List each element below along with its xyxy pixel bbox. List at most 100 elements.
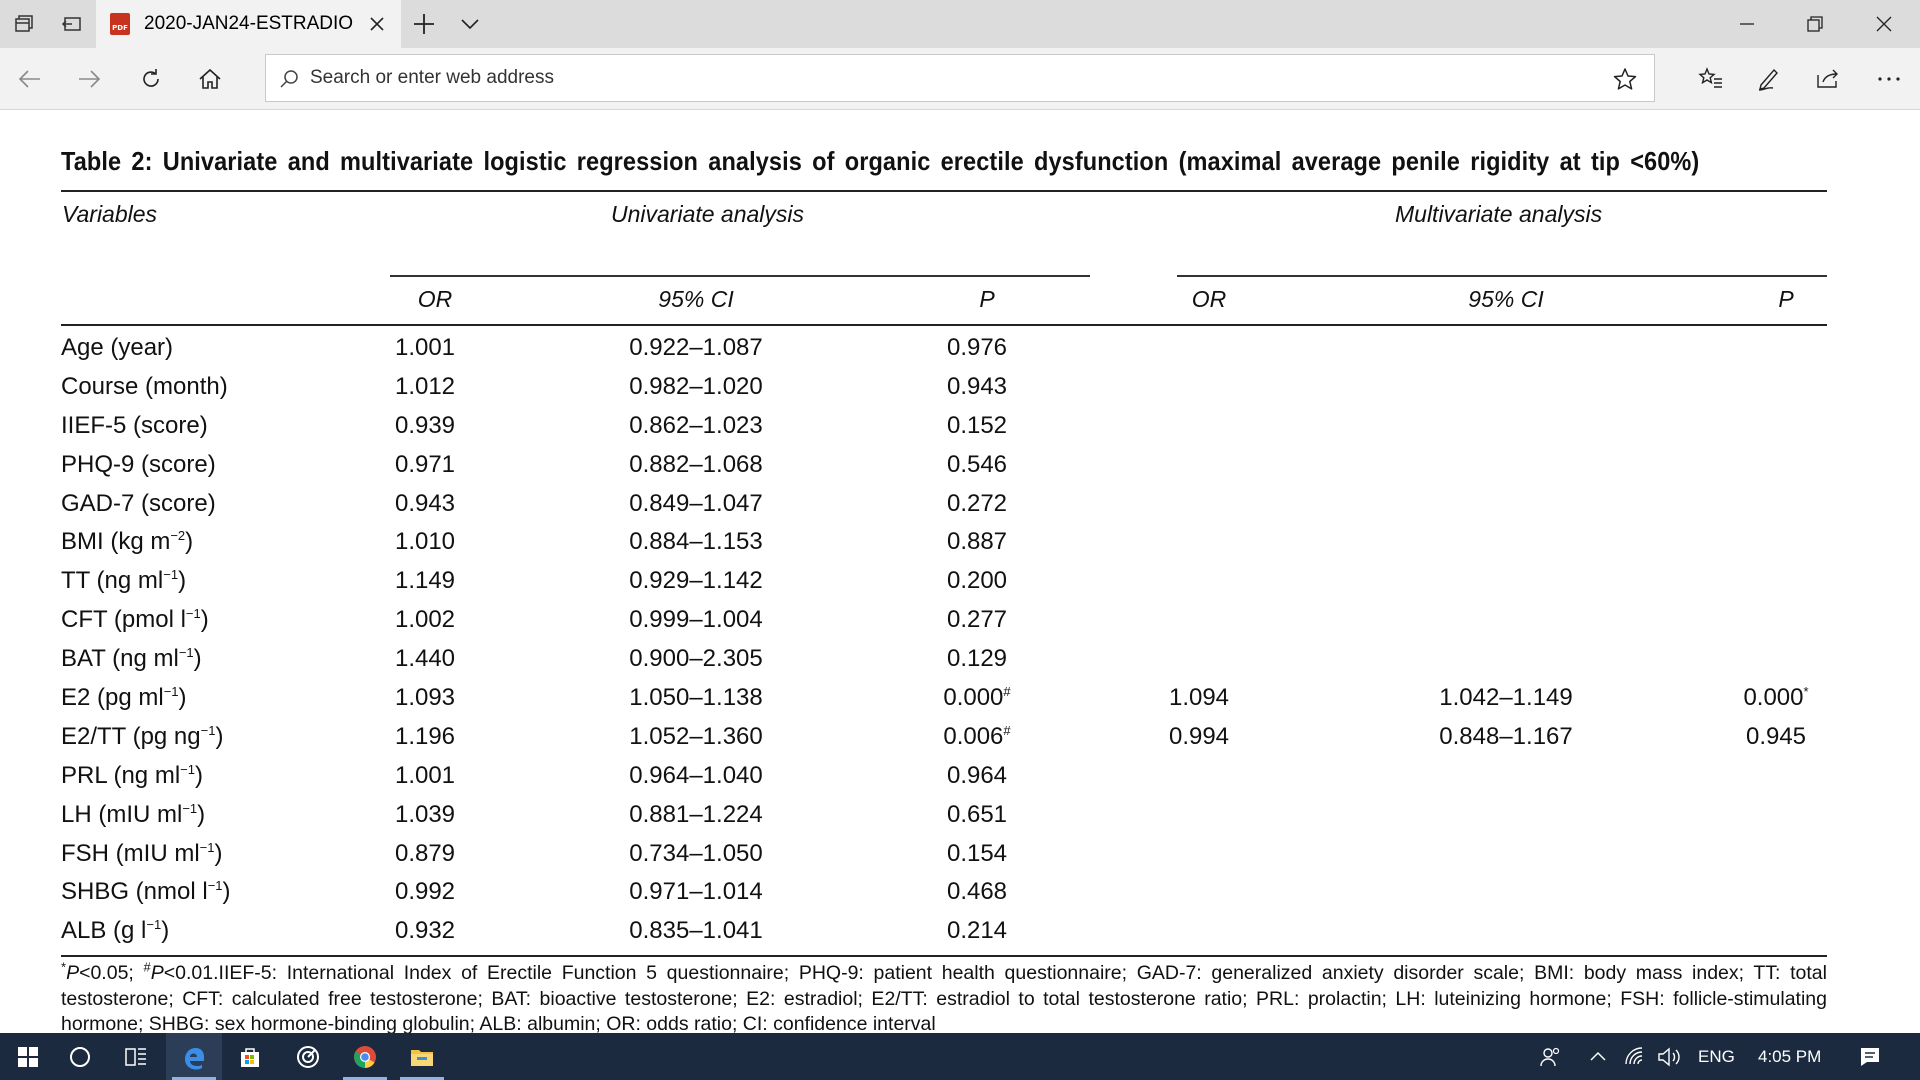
ci-cell: 0.734–1.050: [629, 839, 763, 867]
task-view-icon[interactable]: [108, 1033, 164, 1080]
chrome-icon[interactable]: [337, 1033, 393, 1080]
multi-ci-cell: 1.042–1.149: [1439, 684, 1573, 712]
notification-icon[interactable]: [1858, 1033, 1882, 1080]
multi-p-cell: 0.945: [1745, 722, 1807, 750]
forward-arrow-icon[interactable]: [75, 65, 103, 93]
chevron-up-icon[interactable]: [1588, 1033, 1608, 1080]
cortana-search-icon[interactable]: [52, 1033, 108, 1080]
p-cell: 0.006#: [943, 722, 1011, 750]
header-multivariate: Multivariate analysis: [1395, 201, 1603, 227]
home-icon[interactable]: [196, 65, 224, 93]
multivariate-span-rule: [1177, 275, 1827, 277]
multi-or-cell: 1.094: [1168, 684, 1230, 712]
close-tab-icon[interactable]: [367, 14, 387, 34]
variable-cell: BAT (ng ml−1): [61, 645, 202, 673]
table-row: BMI (kg m−2) 1.010 0.884–1.153 0.887: [61, 524, 1827, 563]
address-input[interactable]: [310, 63, 1510, 93]
table-row: Course (month) 1.012 0.982–1.020 0.943: [61, 369, 1827, 408]
file-explorer-icon[interactable]: [394, 1033, 450, 1080]
p-cell: 0.651: [946, 800, 1008, 828]
table-row: PHQ-9 (score) 0.971 0.882–1.068 0.546: [61, 447, 1827, 486]
or-cell: 1.012: [394, 372, 456, 400]
or-cell: 1.001: [394, 334, 456, 361]
app-target-icon[interactable]: [280, 1033, 336, 1080]
ci-cell: 0.922–1.087: [629, 334, 763, 361]
p-cell: 0.272: [946, 489, 1008, 517]
people-icon[interactable]: [1538, 1033, 1562, 1080]
p-cell: 0.887: [946, 528, 1008, 556]
ci-cell: 0.862–1.023: [629, 411, 763, 439]
close-window-icon[interactable]: [1872, 12, 1896, 36]
p-cell: 0.546: [946, 450, 1008, 478]
or-cell: 0.932: [394, 917, 456, 945]
address-bar[interactable]: [265, 54, 1655, 102]
variable-cell: Course (month): [61, 372, 228, 400]
footnote-p1: P: [66, 962, 80, 984]
table-row: GAD-7 (score) 0.943 0.849–1.047 0.272: [61, 486, 1827, 525]
favorites-icon[interactable]: [1697, 65, 1725, 93]
tab-active[interactable]: PDF 2020-JAN24-ESTRADIO: [96, 0, 401, 48]
chevron-down-icon[interactable]: [458, 12, 482, 36]
edge-browser-icon[interactable]: [166, 1033, 222, 1080]
table-row: LH (mIU ml−1) 1.039 0.881–1.224 0.651: [61, 797, 1827, 836]
language-indicator[interactable]: ENG: [1698, 1033, 1735, 1080]
table-row: TT (ng ml−1) 1.149 0.929–1.142 0.200: [61, 563, 1827, 602]
table-row: FSH (mIU ml−1) 0.879 0.734–1.050 0.154: [61, 836, 1827, 875]
table-row: E2 (pg ml−1) 1.093 1.050–1.138 0.000# 1.094 1…: [61, 680, 1827, 719]
table-row: CFT (pmol l−1) 1.002 0.999–1.004 0.277: [61, 602, 1827, 641]
or-cell: 1.002: [394, 606, 456, 634]
footnote-t1: <0.05;: [79, 962, 144, 984]
pdf-viewer[interactable]: Table 2: Univariate and multivariate log…: [0, 110, 1920, 1033]
ci-cell: 0.900–2.305: [629, 645, 763, 673]
multi-ci-cell: 0.848–1.167: [1439, 722, 1573, 750]
new-tab-icon[interactable]: [410, 10, 438, 38]
star-icon[interactable]: [1612, 66, 1638, 92]
store-icon[interactable]: [222, 1033, 278, 1080]
variable-cell: PHQ-9 (score): [61, 450, 216, 478]
more-icon[interactable]: [1875, 65, 1903, 93]
variable-cell: BMI (kg m−2): [61, 528, 194, 556]
ci-cell: 1.050–1.138: [629, 684, 763, 712]
multi-or-cell: 0.994: [1168, 722, 1230, 750]
ci-cell: 0.881–1.224: [629, 800, 763, 828]
tabs-aside-icon[interactable]: [60, 12, 84, 36]
or-cell: 0.939: [394, 411, 456, 439]
multi-p-cell: 0.000*: [1743, 684, 1809, 712]
univariate-span-rule: [390, 275, 1090, 277]
back-arrow-icon[interactable]: [16, 65, 44, 93]
table-row: IIEF-5 (score) 0.939 0.862–1.023 0.152: [61, 408, 1827, 447]
p-cell: 0.152: [946, 411, 1008, 439]
pen-icon[interactable]: [1755, 65, 1783, 93]
table-row: PRL (ng ml−1) 1.001 0.964–1.040 0.964: [61, 758, 1827, 797]
ci-cell: 0.884–1.153: [629, 528, 763, 556]
variable-cell: TT (ng ml−1): [61, 567, 187, 595]
p-cell: 0.468: [946, 878, 1008, 906]
table-row: BAT (ng ml−1) 1.440 0.900–2.305 0.129: [61, 641, 1827, 680]
variable-cell: LH (mIU ml−1): [61, 800, 206, 828]
or-cell: 0.879: [394, 839, 456, 867]
or-cell: 1.001: [394, 761, 456, 789]
variable-cell: E2/TT (pg ng−1): [61, 722, 224, 750]
variable-cell: CFT (pmol l−1): [61, 606, 209, 634]
wifi-icon[interactable]: [1624, 1033, 1648, 1080]
ci-cell: 0.999–1.004: [629, 606, 763, 634]
sub-header-or: OR: [417, 286, 453, 312]
restore-icon[interactable]: [1803, 12, 1827, 36]
table-row: ALB (g l−1) 0.932 0.835–1.041 0.214: [61, 913, 1827, 952]
header-univariate: Univariate analysis: [611, 201, 805, 227]
or-cell: 1.149: [394, 567, 456, 595]
p-cell: 0.976: [946, 334, 1008, 361]
share-icon[interactable]: [1814, 65, 1842, 93]
p-cell: 0.129: [946, 645, 1008, 673]
windows-start-icon[interactable]: [0, 1033, 56, 1080]
sub-header-p: P: [979, 286, 995, 312]
variable-cell: FSH (mIU ml−1): [61, 839, 223, 867]
volume-icon[interactable]: [1656, 1033, 1682, 1080]
minimize-icon[interactable]: [1735, 12, 1759, 36]
clock[interactable]: 4:05 PM: [1758, 1033, 1821, 1080]
or-cell: 1.196: [394, 722, 456, 750]
ci-cell: 0.971–1.014: [629, 878, 763, 906]
tab-manager-icon[interactable]: [12, 12, 36, 36]
sub-header-multi-ci: 95% CI: [1468, 286, 1544, 312]
refresh-icon[interactable]: [137, 65, 165, 93]
